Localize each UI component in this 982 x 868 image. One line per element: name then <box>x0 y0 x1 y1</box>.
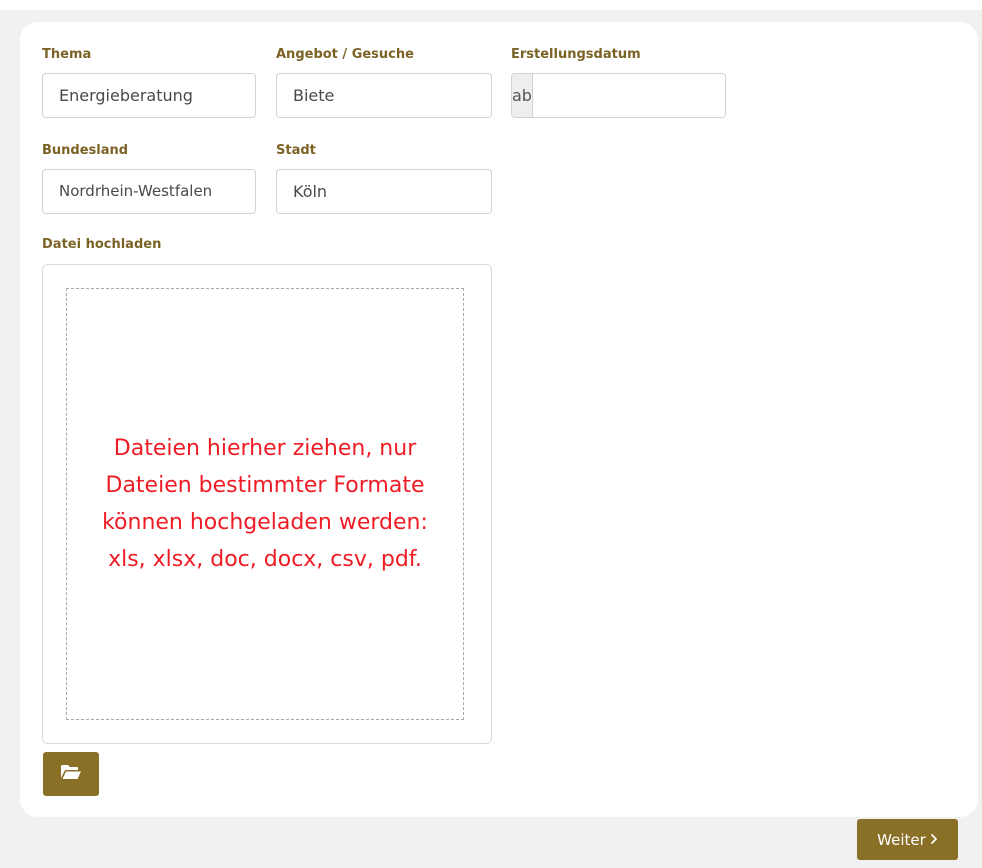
date-addon-ab: ab <box>512 74 533 117</box>
bundesland-select[interactable]: Nordrhein-Westfalen <box>42 169 256 214</box>
erstellungsdatum-label: Erstellungsdatum <box>511 47 641 62</box>
angebot-select[interactable]: Biete <box>276 73 492 118</box>
thema-label: Thema <box>42 47 92 62</box>
stadt-select[interactable]: Köln <box>276 169 492 214</box>
bundesland-label: Bundesland <box>42 143 129 158</box>
top-strip <box>0 0 982 10</box>
weiter-label: Weiter <box>877 830 926 849</box>
stadt-label: Stadt <box>276 143 316 158</box>
weiter-button[interactable]: Weiter <box>857 819 958 860</box>
upload-box: Dateien hierher ziehen, nur Dateien best… <box>42 264 492 744</box>
thema-select[interactable]: Energieberatung <box>42 73 256 118</box>
file-dropzone[interactable]: Dateien hierher ziehen, nur Dateien best… <box>66 288 464 720</box>
dropzone-text: Dateien hierher ziehen, nur Dateien best… <box>102 436 428 572</box>
angebot-label: Angebot / Gesuche <box>276 47 414 62</box>
browse-files-button[interactable] <box>43 752 99 796</box>
upload-label: Datei hochladen <box>42 237 162 252</box>
erstellungsdatum-group: ab <box>511 73 726 118</box>
folder-open-icon <box>60 764 82 784</box>
chevron-right-icon <box>930 831 938 849</box>
erstellungsdatum-input[interactable] <box>532 74 725 117</box>
